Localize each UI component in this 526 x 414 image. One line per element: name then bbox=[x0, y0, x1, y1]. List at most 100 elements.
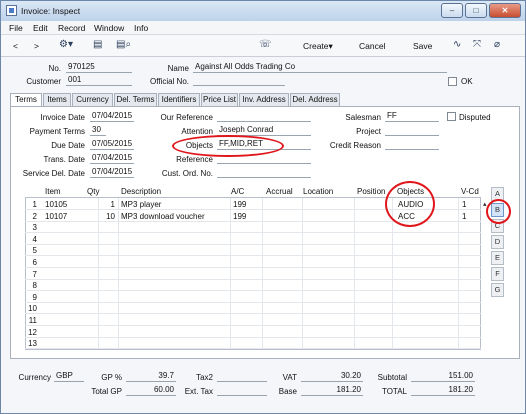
cell-item[interactable]: 10105 bbox=[45, 200, 67, 209]
salesman-field[interactable]: FF bbox=[385, 111, 439, 122]
table-row[interactable] bbox=[25, 245, 481, 257]
print-icon[interactable]: ▤ bbox=[93, 39, 102, 50]
total-label: TOTAL bbox=[381, 387, 407, 396]
tab-inv-address[interactable]: Inv. Address bbox=[239, 93, 289, 106]
cancel-button[interactable]: Cancel bbox=[359, 41, 385, 51]
save-button[interactable]: Save bbox=[413, 41, 432, 51]
menu-file[interactable]: File bbox=[9, 23, 23, 33]
attachment-icon[interactable]: ⌀ bbox=[494, 39, 500, 50]
customer-field[interactable]: 001 bbox=[66, 75, 132, 86]
name-field[interactable]: Against All Odds Trading Co bbox=[193, 62, 447, 73]
side-button-d[interactable]: D bbox=[491, 235, 504, 249]
side-button-f[interactable]: F bbox=[491, 267, 504, 281]
tab-currency[interactable]: Currency bbox=[72, 93, 113, 106]
no-field[interactable]: 970125 bbox=[66, 62, 132, 73]
row-number: 10 bbox=[28, 304, 37, 314]
row-number: 1 bbox=[32, 200, 37, 209]
our-reference-field[interactable] bbox=[217, 111, 311, 122]
table-row[interactable] bbox=[25, 315, 481, 326]
annotation-circle-button-b bbox=[486, 199, 511, 224]
trans-date-label: Trans. Date bbox=[43, 155, 86, 164]
col-header-vcd: V-Cd bbox=[461, 187, 479, 196]
table-row[interactable] bbox=[25, 269, 481, 280]
payment-terms-field[interactable]: 30 bbox=[90, 125, 106, 136]
cell-qty[interactable]: 10 bbox=[83, 212, 115, 221]
tab-items[interactable]: Items bbox=[43, 93, 71, 106]
menu-window[interactable]: Window bbox=[94, 23, 124, 33]
row-number: 11 bbox=[28, 316, 37, 325]
row-number: 3 bbox=[32, 223, 37, 233]
activity-icon[interactable]: ∿ bbox=[453, 39, 461, 50]
currency-label: Currency bbox=[18, 373, 51, 382]
col-header-location: Location bbox=[303, 187, 334, 196]
table-row[interactable] bbox=[25, 257, 481, 268]
tab-identifiers[interactable]: Identifiers bbox=[158, 93, 200, 106]
official-no-field[interactable] bbox=[193, 75, 285, 86]
ext-tax-label: Ext. Tax bbox=[184, 387, 213, 396]
disputed-checkbox[interactable] bbox=[447, 112, 456, 121]
side-button-e[interactable]: E bbox=[491, 251, 504, 265]
table-row[interactable] bbox=[25, 234, 481, 245]
attention-label: Attention bbox=[181, 127, 213, 136]
service-del-date-field[interactable]: 07/04/2015 bbox=[90, 167, 134, 178]
cell-description[interactable]: MP3 player bbox=[121, 200, 161, 209]
subtotal-label: Subtotal bbox=[377, 373, 407, 382]
menu-record[interactable]: Record bbox=[58, 23, 85, 33]
menu-info[interactable]: Info bbox=[134, 23, 148, 33]
cell-qty[interactable]: 1 bbox=[83, 200, 115, 209]
tax2-field bbox=[217, 371, 267, 382]
tab-terms[interactable]: Terms bbox=[10, 93, 42, 107]
cell-description[interactable]: MP3 download voucher bbox=[121, 212, 205, 221]
gp-percent-label: GP % bbox=[101, 373, 122, 382]
row-number: 9 bbox=[32, 292, 37, 302]
service-del-date-label: Service Del. Date bbox=[22, 169, 85, 178]
minimize-button[interactable]: – bbox=[441, 3, 463, 18]
table-row[interactable] bbox=[25, 327, 481, 338]
invoice-date-field[interactable]: 07/04/2015 bbox=[90, 111, 134, 122]
phone-icon[interactable]: ☏ bbox=[259, 39, 272, 50]
credit-reason-label: Credit Reason bbox=[329, 141, 381, 150]
maximize-button[interactable]: □ bbox=[465, 3, 487, 18]
forward-button[interactable]: > bbox=[34, 41, 39, 51]
table-row[interactable] bbox=[25, 280, 481, 292]
gear-icon[interactable]: ⚙▾ bbox=[59, 39, 73, 50]
table-row[interactable] bbox=[25, 292, 481, 303]
base-label: Base bbox=[278, 387, 297, 396]
menu-edit[interactable]: Edit bbox=[33, 23, 48, 33]
credit-reason-field[interactable] bbox=[385, 139, 439, 150]
ok-checkbox[interactable] bbox=[448, 77, 457, 86]
due-date-field[interactable]: 07/05/2015 bbox=[90, 139, 134, 150]
title-bar: Invoice: Inspect – □ ✕ bbox=[1, 1, 525, 21]
base-field: 181.20 bbox=[301, 385, 363, 396]
payment-terms-label: Payment Terms bbox=[29, 127, 85, 136]
our-reference-label: Our Reference bbox=[160, 113, 213, 122]
tab-del-terms[interactable]: Del. Terms bbox=[114, 93, 157, 106]
annotation-circle-objects-column bbox=[385, 181, 435, 227]
cust-ord-no-field[interactable] bbox=[217, 167, 311, 178]
project-label: Project bbox=[356, 127, 381, 136]
cell-item[interactable]: 10107 bbox=[45, 212, 67, 221]
tab-price-list[interactable]: Price List bbox=[201, 93, 238, 106]
print-preview-icon[interactable]: ▤⌕ bbox=[116, 39, 131, 50]
col-header-description: Description bbox=[121, 187, 162, 196]
table-row[interactable] bbox=[25, 338, 481, 350]
currency-field[interactable]: GBP bbox=[54, 371, 84, 382]
table-row[interactable] bbox=[25, 303, 481, 315]
project-field[interactable] bbox=[385, 125, 439, 136]
cell-ac[interactable]: 199 bbox=[233, 212, 246, 221]
total-gp-label: Total GP bbox=[91, 387, 122, 396]
cell-ac[interactable]: 199 bbox=[233, 200, 246, 209]
back-button[interactable]: < bbox=[13, 41, 18, 51]
vat-field: 30.20 bbox=[301, 371, 363, 382]
trans-date-field[interactable]: 07/04/2015 bbox=[90, 153, 134, 164]
create-button[interactable]: Create▾ bbox=[303, 41, 333, 52]
close-button[interactable]: ✕ bbox=[489, 3, 521, 18]
side-button-g[interactable]: G bbox=[491, 283, 504, 297]
link-icon[interactable]: ⤧ bbox=[473, 39, 481, 50]
total-gp-field: 60.00 bbox=[126, 385, 176, 396]
tab-del-address[interactable]: Del. Address bbox=[290, 93, 340, 106]
row-number: 12 bbox=[28, 327, 37, 337]
cell-vcd[interactable]: 1 bbox=[462, 200, 466, 209]
cell-vcd[interactable]: 1 bbox=[462, 212, 466, 221]
row-number: 7 bbox=[32, 269, 37, 279]
